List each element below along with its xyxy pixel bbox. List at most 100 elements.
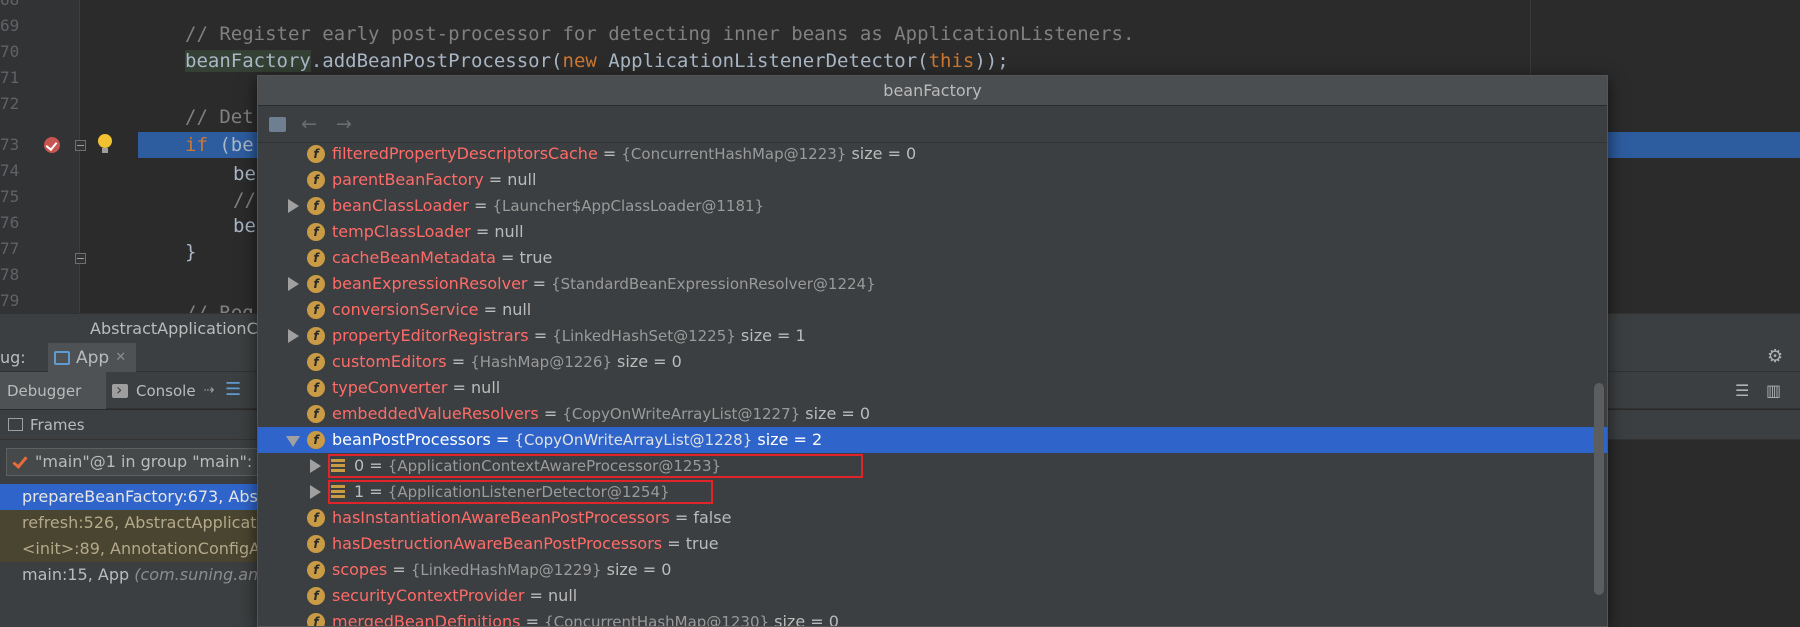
expand-arrow-icon[interactable]	[310, 485, 321, 499]
gear-icon[interactable]: ⚙	[1767, 348, 1785, 366]
line-number: 70	[0, 42, 20, 61]
variable-tree[interactable]: f filteredPropertyDescriptorsCache = {Con…	[258, 141, 1607, 627]
tree-row[interactable]: f filteredPropertyDescriptorsCache = {Con…	[258, 141, 1607, 167]
equals-sign: =	[488, 170, 503, 189]
frame-label: main:15, App	[22, 565, 135, 584]
tree-row[interactable]: f tempClassLoader = null	[258, 219, 1607, 245]
tree-row[interactable]: f beanClassLoader = {Launcher$AppClassLoa…	[258, 193, 1607, 219]
tree-row-text: conversionService = null	[332, 297, 531, 323]
field-reference: {CopyOnWriteArrayList@1227}	[562, 405, 801, 423]
pin-to-top-icon[interactable]	[269, 117, 286, 132]
frames-icon	[8, 418, 23, 431]
field-icon: f	[307, 353, 325, 371]
tree-row[interactable]: f cacheBeanMetadata = true	[258, 245, 1607, 271]
tree-row[interactable]: f propertyEditorRegistrars = {LinkedHashS…	[258, 323, 1607, 349]
tree-row[interactable]: f beanPostProcessors = {CopyOnWriteArrayL…	[258, 427, 1607, 453]
field-icon: f	[307, 561, 325, 579]
stack-frame[interactable]: prepareBeanFactory:673, Abstr	[0, 484, 260, 510]
tab-console[interactable]: Console ⇢	[112, 372, 214, 409]
tree-row[interactable]: f typeConverter = null	[258, 375, 1607, 401]
field-name: mergedBeanDefinitions	[332, 612, 521, 627]
field-name: scopes	[332, 560, 388, 579]
field-value: true	[685, 534, 719, 553]
tree-row-text: scopes = {LinkedHashMap@1229} size = 0	[332, 557, 671, 583]
line-number: 73	[0, 135, 20, 154]
align-icon[interactable]: ☰	[1735, 381, 1749, 400]
expand-arrow-icon[interactable]	[288, 199, 299, 213]
tab-console-label: Console	[136, 381, 196, 400]
tree-row[interactable]: f beanExpressionResolver = {StandardBeanE…	[258, 271, 1607, 297]
thread-label: "main"@1 in group "main": R	[35, 452, 260, 471]
forward-arrow-icon[interactable]: →	[336, 113, 352, 135]
tab-debugger[interactable]: Debugger	[0, 372, 106, 409]
tree-row[interactable]: f conversionService = null	[258, 297, 1607, 323]
tree-child-row[interactable]: 1 = {ApplicationListenerDetector@1254}	[258, 479, 1607, 505]
breadcrumb-class[interactable]: AbstractApplicationCo	[90, 319, 268, 338]
expand-arrow-icon[interactable]	[288, 277, 299, 291]
application-icon	[54, 350, 70, 365]
fold-icon[interactable]	[75, 253, 86, 264]
field-name: beanExpressionResolver	[332, 274, 528, 293]
field-value: false	[693, 508, 732, 527]
tree-row[interactable]: f customEditors = {HashMap@1226} size = 0	[258, 349, 1607, 375]
tree-row[interactable]: f mergedBeanDefinitions = {ConcurrentHash…	[258, 609, 1607, 627]
equals-sign: =	[532, 274, 546, 293]
back-arrow-icon[interactable]: ←	[301, 113, 317, 135]
breakpoint-icon[interactable]	[44, 137, 60, 153]
fold-icon[interactable]	[75, 140, 86, 151]
field-icon: f	[307, 223, 325, 241]
evaluate-popup[interactable]: beanFactory ← → f filteredPropertyDescrip…	[257, 75, 1608, 627]
tree-child-row[interactable]: 0 = {ApplicationContextAwareProcessor@12…	[258, 453, 1607, 479]
field-name: tempClassLoader	[332, 222, 471, 241]
stack-frame[interactable]: <init>:89, AnnotationConfigAp	[0, 536, 260, 562]
equals-sign: =	[533, 326, 548, 345]
expand-arrow-icon[interactable]	[310, 459, 321, 473]
frame-label: <init>:89, AnnotationConfigAp	[22, 539, 260, 558]
field-value: null	[471, 378, 501, 397]
field-name: beanPostProcessors	[332, 430, 491, 449]
field-icon: f	[307, 587, 325, 605]
tree-row[interactable]: f parentBeanFactory = null	[258, 167, 1607, 193]
tree-row-text: hasInstantiationAwareBeanPostProcessors …	[332, 505, 731, 531]
tree-row-text: filteredPropertyDescriptorsCache = {Conc…	[332, 141, 916, 167]
tree-row[interactable]: f hasInstantiationAwareBeanPostProcessors…	[258, 505, 1607, 531]
field-reference: {Launcher$AppClassLoader@1181}	[492, 197, 765, 215]
run-config-tab-app[interactable]: App ✕	[48, 343, 137, 372]
scrollbar[interactable]	[1594, 383, 1604, 595]
tree-row[interactable]: f embeddedValueResolvers = {CopyOnWriteAr…	[258, 401, 1607, 427]
debug-label: ug:	[0, 348, 26, 367]
equals-sign: =	[483, 300, 497, 319]
columns-icon[interactable]: ▥	[1766, 381, 1781, 400]
tree-row[interactable]: f securityContextProvider = null	[258, 583, 1607, 609]
tree-row-text: beanPostProcessors = {CopyOnWriteArrayLi…	[332, 427, 822, 453]
collapse-arrow-icon[interactable]	[286, 436, 300, 447]
field-icon: f	[307, 535, 325, 553]
popup-title: beanFactory	[258, 76, 1607, 106]
lightbulb-icon[interactable]	[98, 134, 112, 153]
stack-frame[interactable]: refresh:526, AbstractApplication	[0, 510, 260, 536]
tree-row[interactable]: f scopes = {LinkedHashMap@1229} size = 0	[258, 557, 1607, 583]
line-number: 79	[0, 291, 20, 310]
code-keyword: if	[185, 134, 208, 156]
equals-sign: =	[451, 352, 466, 371]
tree-row-text: cacheBeanMetadata = true	[332, 245, 552, 271]
expand-arrow-icon[interactable]	[288, 329, 299, 343]
line-number: 74	[0, 161, 20, 180]
stack-frame[interactable]: main:15, App (com.suning.anno	[0, 562, 260, 588]
line-number: 69	[0, 16, 20, 35]
code-identifier: beanFactory	[185, 50, 311, 72]
field-name: hasDestructionAwareBeanPostProcessors	[332, 534, 663, 553]
field-name: securityContextProvider	[332, 586, 525, 605]
console-icon	[112, 380, 128, 399]
field-icon: f	[307, 249, 325, 267]
popup-toolbar: ← →	[258, 106, 1607, 143]
tree-row-text: hasDestructionAwareBeanPostProcessors = …	[332, 531, 719, 557]
layout-list-icon[interactable]: ☰	[225, 381, 241, 399]
frames-title: Frames	[30, 416, 85, 434]
thread-selector[interactable]: "main"@1 in group "main": R	[6, 448, 260, 476]
line-number: 76	[0, 213, 20, 232]
close-icon[interactable]: ✕	[115, 350, 126, 365]
field-size: size = 0	[774, 612, 839, 627]
tree-row-text: securityContextProvider = null	[332, 583, 577, 609]
tree-row[interactable]: f hasDestructionAwareBeanPostProcessors =…	[258, 531, 1607, 557]
